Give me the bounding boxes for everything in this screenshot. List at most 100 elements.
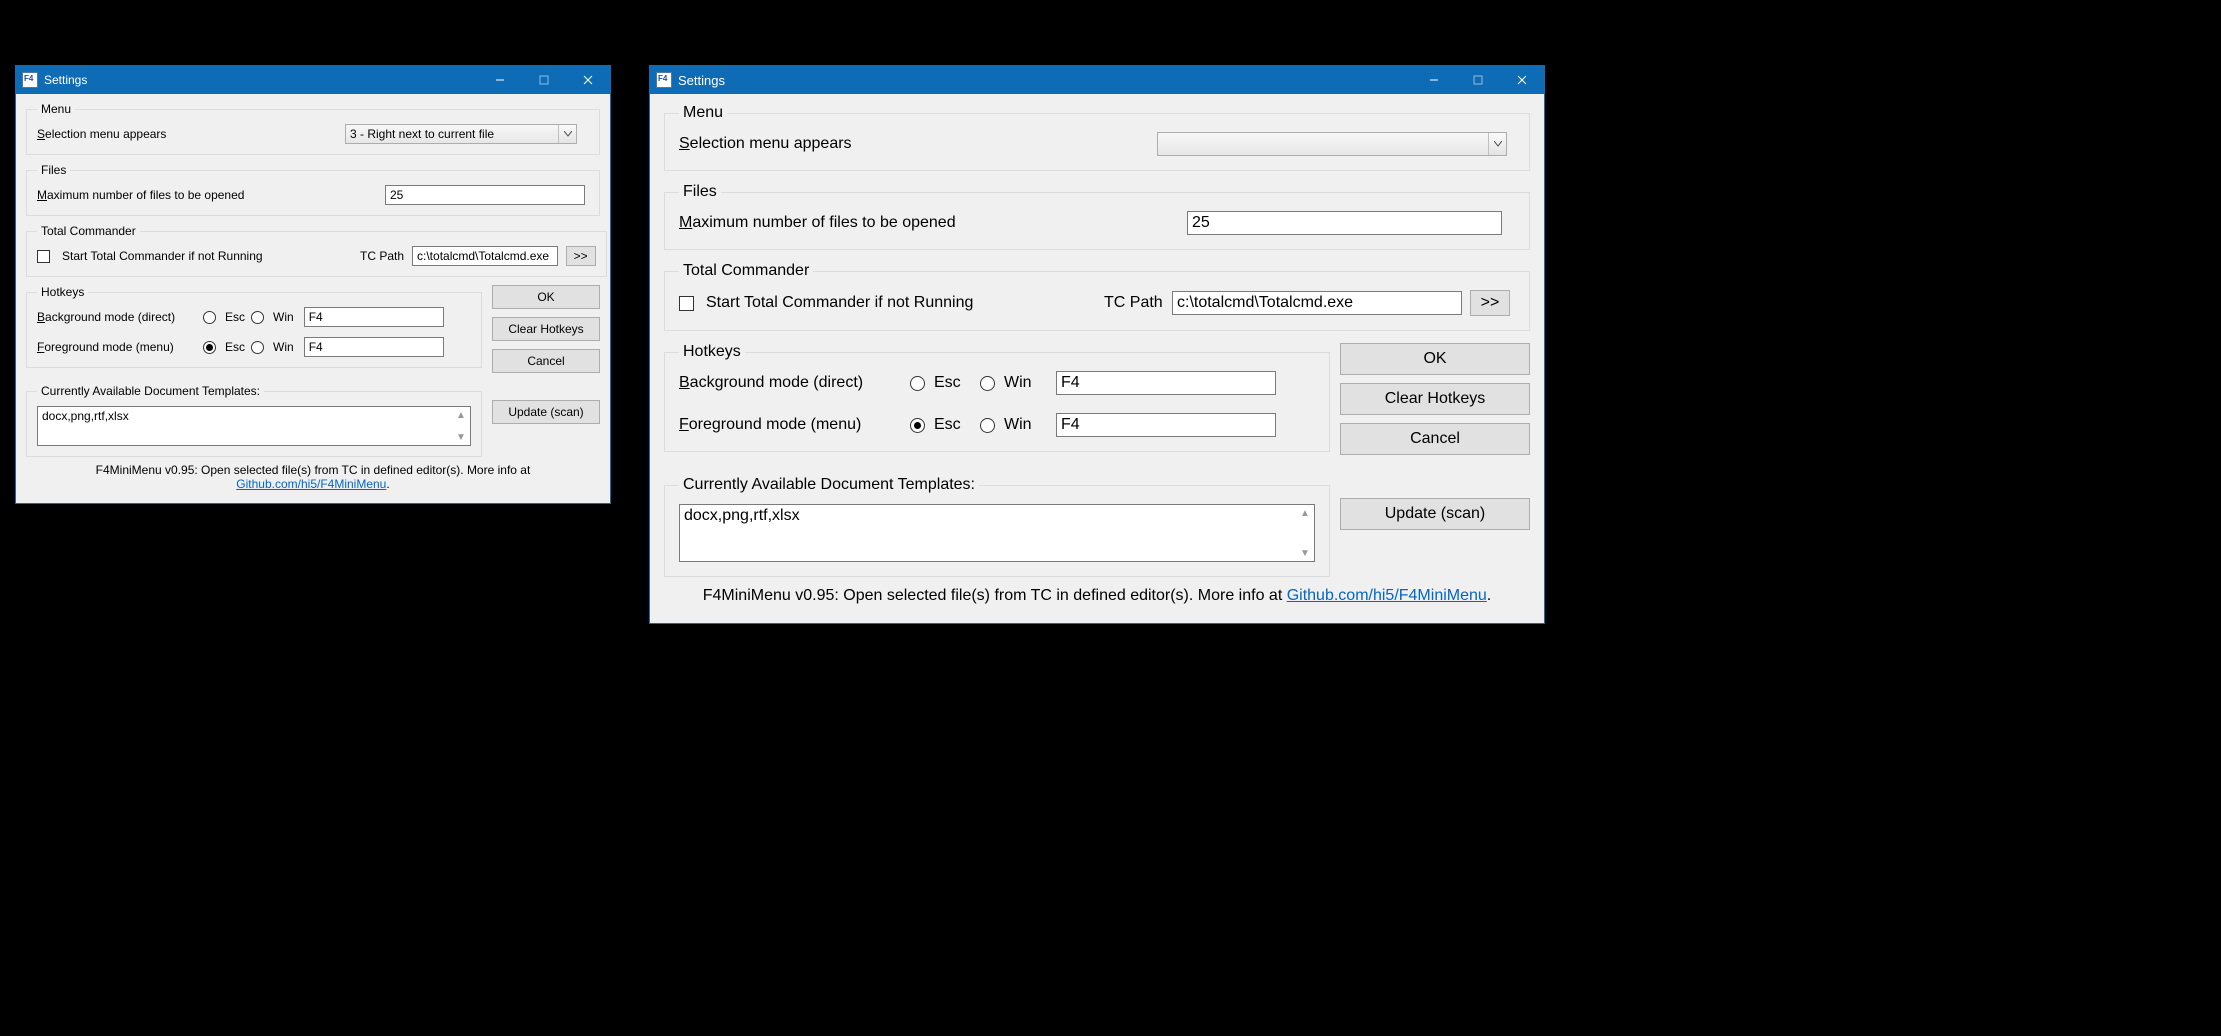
scrollbar[interactable]: ▲ ▼ bbox=[453, 408, 469, 444]
fg-esc-radio[interactable] bbox=[910, 418, 925, 433]
fg-esc-label: Esc bbox=[225, 340, 245, 354]
window-title: Settings bbox=[44, 73, 87, 87]
max-files-value: 25 bbox=[390, 188, 403, 202]
start-tc-checkbox[interactable] bbox=[679, 296, 694, 311]
app-icon bbox=[22, 72, 38, 88]
scrollbar[interactable]: ▲ ▼ bbox=[1297, 506, 1313, 560]
bg-hotkey-value: F4 bbox=[1061, 374, 1080, 392]
fg-win-radio[interactable] bbox=[251, 341, 264, 354]
bg-esc-label: Esc bbox=[934, 374, 974, 392]
fg-hotkey-value: F4 bbox=[309, 340, 323, 354]
update-scan-button[interactable]: Update (scan) bbox=[492, 400, 600, 424]
update-scan-button[interactable]: Update (scan) bbox=[1340, 498, 1530, 530]
fg-mode-label: Foreground mode (menu) bbox=[37, 340, 197, 354]
chevron-down-icon bbox=[1488, 133, 1506, 155]
hotkeys-group: Hotkeys Background mode (direct) Esc Win… bbox=[26, 285, 482, 368]
templates-textarea[interactable]: docx,png,rtf,xlsx ▲ ▼ bbox=[679, 504, 1315, 562]
titlebar[interactable]: Settings bbox=[16, 66, 610, 94]
tc-legend: Total Commander bbox=[679, 262, 813, 280]
close-button[interactable] bbox=[566, 66, 610, 94]
files-group: Files Maximum number of files to be open… bbox=[26, 163, 600, 216]
fg-hotkey-input[interactable]: F4 bbox=[304, 337, 444, 357]
settings-window-small: Settings Menu Selection menu appears 3 -… bbox=[15, 65, 611, 504]
scroll-down-icon[interactable]: ▼ bbox=[1297, 546, 1313, 560]
menu-legend: Menu bbox=[679, 104, 727, 122]
ok-button[interactable]: OK bbox=[492, 285, 600, 309]
footer-text: F4MiniMenu v0.95: Open selected file(s) … bbox=[96, 463, 531, 477]
bg-win-radio[interactable] bbox=[251, 311, 264, 324]
bg-win-label: Win bbox=[1004, 374, 1044, 392]
close-button[interactable] bbox=[1500, 66, 1544, 94]
selection-menu-dropdown[interactable]: 3 - Right next to current file bbox=[345, 124, 577, 144]
tc-path-value: c:\totalcmd\Totalcmd.exe bbox=[417, 249, 549, 263]
tc-path-browse-button[interactable]: >> bbox=[566, 246, 596, 266]
footer: F4MiniMenu v0.95: Open selected file(s) … bbox=[664, 577, 1530, 609]
clear-hotkeys-button[interactable]: Clear Hotkeys bbox=[492, 317, 600, 341]
maximize-button[interactable] bbox=[522, 66, 566, 94]
tc-path-label: TC Path bbox=[1104, 294, 1164, 312]
max-files-label: Maximum number of files to be opened bbox=[679, 214, 1179, 232]
cancel-button[interactable]: Cancel bbox=[1340, 423, 1530, 455]
fg-win-label: Win bbox=[273, 340, 294, 354]
tc-group: Total Commander Start Total Commander if… bbox=[26, 224, 607, 277]
templates-textarea[interactable]: docx,png,rtf,xlsx ▲ ▼ bbox=[37, 406, 471, 446]
titlebar[interactable]: Settings bbox=[650, 66, 1544, 94]
client-area: Menu Selection menu appears Files Maximu… bbox=[650, 94, 1544, 623]
bg-win-radio[interactable] bbox=[980, 376, 995, 391]
start-tc-checkbox[interactable] bbox=[37, 250, 50, 263]
fg-hotkey-input[interactable]: F4 bbox=[1056, 413, 1276, 437]
menu-legend: Menu bbox=[37, 102, 75, 116]
footer: F4MiniMenu v0.95: Open selected file(s) … bbox=[26, 457, 600, 493]
clear-hotkeys-button[interactable]: Clear Hotkeys bbox=[1340, 383, 1530, 415]
tc-path-value: c:\totalcmd\Totalcmd.exe bbox=[1177, 294, 1353, 312]
files-legend: Files bbox=[679, 183, 721, 201]
max-files-input[interactable]: 25 bbox=[1187, 211, 1502, 235]
tc-path-browse-button[interactable]: >> bbox=[1470, 290, 1510, 316]
templates-group: Currently Available Document Templates: … bbox=[664, 476, 1330, 577]
scroll-up-icon[interactable]: ▲ bbox=[1297, 506, 1313, 520]
fg-win-label: Win bbox=[1004, 416, 1044, 434]
ok-button[interactable]: OK bbox=[1340, 343, 1530, 375]
cancel-button[interactable]: Cancel bbox=[492, 349, 600, 373]
max-files-input[interactable]: 25 bbox=[385, 185, 585, 205]
tc-path-input[interactable]: c:\totalcmd\Totalcmd.exe bbox=[412, 246, 558, 266]
tc-legend: Total Commander bbox=[37, 224, 140, 238]
start-tc-label: Start Total Commander if not Running bbox=[62, 249, 352, 263]
app-icon bbox=[656, 72, 672, 88]
menu-group: Menu Selection menu appears 3 - Right ne… bbox=[26, 102, 600, 155]
selection-menu-label: Selection menu appears bbox=[37, 127, 337, 141]
footer-suffix: . bbox=[386, 477, 389, 491]
minimize-button[interactable] bbox=[478, 66, 522, 94]
tc-path-label: TC Path bbox=[360, 249, 404, 263]
minimize-button[interactable] bbox=[1412, 66, 1456, 94]
footer-link[interactable]: Github.com/hi5/F4MiniMenu bbox=[1287, 587, 1487, 604]
hotkeys-group: Hotkeys Background mode (direct) Esc Win… bbox=[664, 343, 1330, 452]
scroll-down-icon[interactable]: ▼ bbox=[453, 430, 469, 444]
hotkeys-legend: Hotkeys bbox=[679, 343, 745, 361]
bg-mode-label: Background mode (direct) bbox=[679, 374, 904, 392]
fg-win-radio[interactable] bbox=[980, 418, 995, 433]
chevron-down-icon bbox=[558, 125, 576, 143]
max-files-label: Maximum number of files to be opened bbox=[37, 188, 377, 202]
bg-hotkey-input[interactable]: F4 bbox=[304, 307, 444, 327]
scroll-up-icon[interactable]: ▲ bbox=[453, 408, 469, 422]
footer-text: F4MiniMenu v0.95: Open selected file(s) … bbox=[703, 587, 1287, 604]
templates-legend: Currently Available Document Templates: bbox=[37, 384, 264, 398]
bg-hotkey-input[interactable]: F4 bbox=[1056, 371, 1276, 395]
tc-path-input[interactable]: c:\totalcmd\Totalcmd.exe bbox=[1172, 291, 1462, 315]
start-tc-label: Start Total Commander if not Running bbox=[706, 294, 1096, 312]
bg-esc-radio[interactable] bbox=[910, 376, 925, 391]
tc-group: Total Commander Start Total Commander if… bbox=[664, 262, 1530, 331]
templates-group: Currently Available Document Templates: … bbox=[26, 384, 482, 457]
fg-esc-label: Esc bbox=[934, 416, 974, 434]
files-group: Files Maximum number of files to be open… bbox=[664, 183, 1530, 250]
bg-mode-label: Background mode (direct) bbox=[37, 310, 197, 324]
footer-link[interactable]: Github.com/hi5/F4MiniMenu bbox=[236, 477, 386, 491]
fg-esc-radio[interactable] bbox=[203, 341, 216, 354]
client-area: Menu Selection menu appears 3 - Right ne… bbox=[16, 94, 610, 503]
selection-menu-dropdown[interactable] bbox=[1157, 132, 1507, 156]
templates-value: docx,png,rtf,xlsx bbox=[42, 409, 129, 423]
bg-esc-radio[interactable] bbox=[203, 311, 216, 324]
hotkeys-legend: Hotkeys bbox=[37, 285, 88, 299]
maximize-button[interactable] bbox=[1456, 66, 1500, 94]
